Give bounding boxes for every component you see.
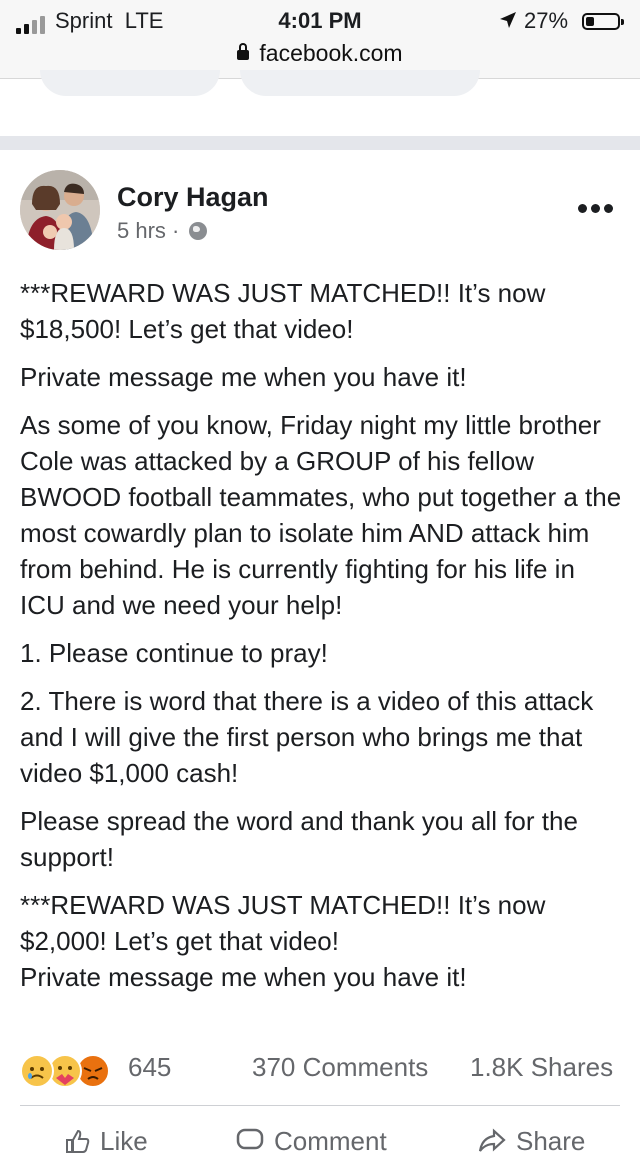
status-bar: Sprint LTE 4:01 PM 27%	[0, 6, 640, 38]
reaction-count: 645	[128, 1052, 172, 1082]
comments-count[interactable]: 370 Comments	[252, 1052, 428, 1083]
url-text: facebook.com	[259, 40, 403, 66]
browser-chrome: Sprint LTE 4:01 PM 27% facebook.com	[0, 0, 640, 79]
sad-icon	[20, 1054, 54, 1088]
thumbs-up-icon	[66, 1129, 90, 1153]
post-text: ***REWARD WAS JUST MATCHED!! It’s now $1…	[20, 275, 624, 1007]
family-photo-icon	[20, 170, 100, 250]
post-paragraph: Please spread the word and thank you all…	[20, 806, 578, 872]
post-author-name[interactable]: Cory Hagan	[117, 182, 269, 213]
comment-icon	[236, 1128, 264, 1150]
post-paragraph: 1. Please continue to pray!	[20, 638, 328, 668]
previous-action-button[interactable]	[240, 70, 480, 96]
share-icon	[478, 1128, 506, 1152]
actions-divider	[20, 1105, 620, 1106]
post-actions-bar: Like Comment Share	[0, 1120, 640, 1156]
like-label: Like	[100, 1126, 148, 1156]
share-label: Share	[516, 1126, 586, 1156]
location-arrow-icon	[500, 12, 516, 28]
battery-icon	[582, 13, 624, 30]
address-bar[interactable]: facebook.com	[0, 40, 640, 67]
post-timestamp[interactable]: 5 hrs	[117, 218, 166, 243]
post-paragraph: As some of you know, Friday night my lit…	[20, 410, 622, 620]
battery-level	[586, 17, 594, 26]
post-paragraph: ***REWARD WAS JUST MATCHED!! It’s now $2…	[20, 890, 546, 992]
more-options-icon[interactable]	[578, 204, 614, 214]
previous-action-button[interactable]	[40, 70, 220, 96]
post-paragraph: 2. There is word that there is a video o…	[20, 686, 594, 788]
avatar[interactable]	[20, 170, 100, 250]
post-paragraph: ***REWARD WAS JUST MATCHED!! It’s now $1…	[20, 278, 546, 344]
shares-count[interactable]: 1.8K Shares	[470, 1052, 613, 1083]
comment-button[interactable]: Comment	[236, 1126, 387, 1157]
share-button[interactable]: Share	[478, 1126, 585, 1157]
feed-divider	[0, 136, 640, 150]
lock-icon	[237, 43, 250, 60]
like-button[interactable]: Like	[64, 1126, 148, 1157]
globe-icon	[189, 222, 208, 240]
battery-percent: 27%	[524, 8, 569, 33]
post-meta: 5 hrs ·	[117, 218, 208, 244]
post-paragraph: Private message me when you have it!	[20, 362, 467, 392]
comment-label: Comment	[274, 1126, 387, 1156]
